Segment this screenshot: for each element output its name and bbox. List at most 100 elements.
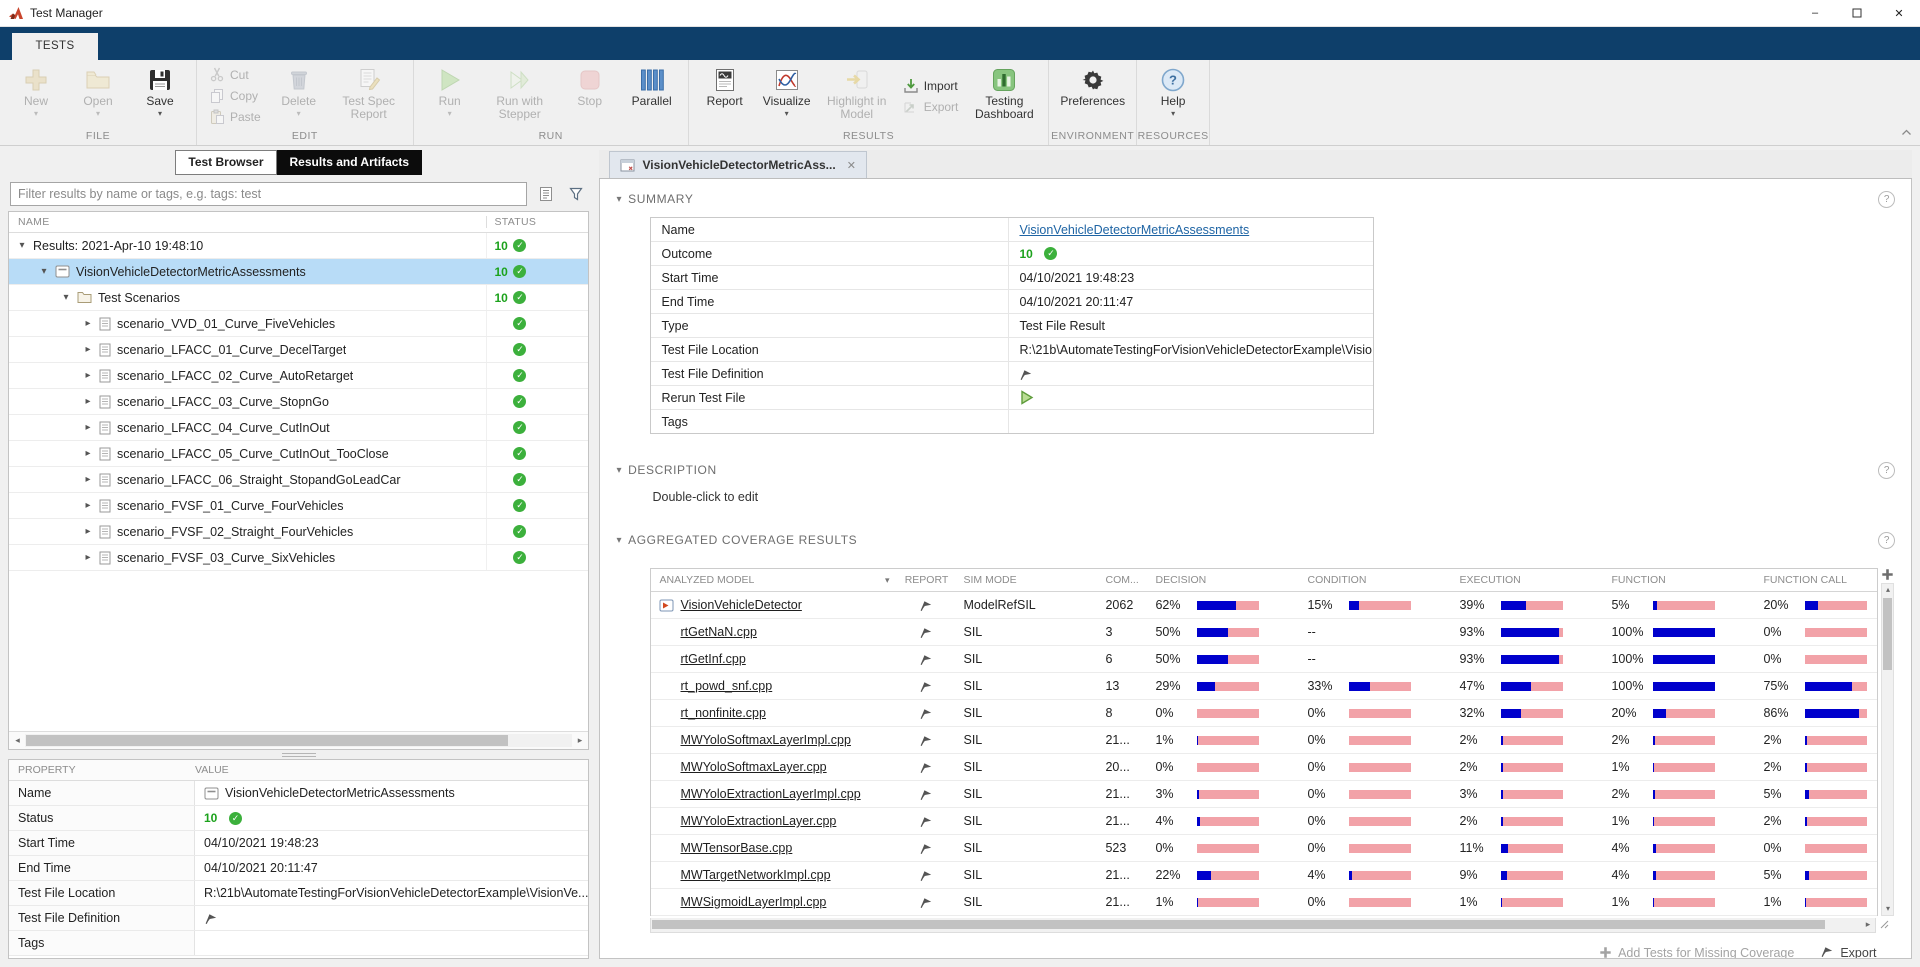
coverage-row[interactable]: MWTargetNetworkImpl.cppSIL21...22%4%9%4%… [651,862,1877,889]
model-link[interactable]: MWYoloExtractionLayerImpl.cpp [680,787,860,801]
minimize-icon[interactable]: – [1794,0,1836,26]
description-section-header[interactable]: ▾ DESCRIPTION ? [616,460,1895,480]
tree-row[interactable]: ▸scenario_VVD_01_Curve_FiveVehicles✓ [9,311,588,337]
tree-row[interactable]: ▸scenario_LFACC_01_Curve_DecelTarget✓ [9,337,588,363]
model-link[interactable]: MWYoloExtractionLayer.cpp [680,814,836,828]
maximize-icon[interactable] [1836,0,1878,26]
open-button[interactable]: Open▾ [68,64,128,129]
model-link[interactable]: MWTensorBase.cpp [680,841,792,855]
tree-row[interactable]: ▸scenario_FVSF_02_Straight_FourVehicles✓ [9,519,588,545]
tree-horizontal-scrollbar[interactable]: ◂ ▸ [9,731,588,749]
help-question-icon[interactable]: ? [1878,462,1895,479]
paste-button[interactable]: Paste [207,108,263,126]
caret-down-icon[interactable]: ▾ [61,292,71,303]
report-button[interactable]: Report [695,64,755,129]
results-list-icon[interactable] [535,183,557,205]
caret-right-icon[interactable]: ▸ [83,344,93,355]
description-placeholder[interactable]: Double-click to edit [652,490,1895,504]
delete-button[interactable]: Delete▾ [269,64,329,129]
model-link[interactable]: MWYoloSoftmaxLayerImpl.cpp [680,733,850,747]
copy-button[interactable]: Copy [207,87,263,105]
tree-row[interactable]: ▾Results: 2021-Apr-10 19:48:1010✓ [9,233,588,259]
import-button[interactable]: Import [901,77,961,95]
model-link[interactable]: MWTargetNetworkImpl.cpp [680,868,830,882]
help-question-icon[interactable]: ? [1878,191,1895,208]
tab-test-browser[interactable]: Test Browser [175,150,276,175]
caret-right-icon[interactable]: ▸ [83,526,93,537]
scroll-down-icon[interactable]: ▾ [1886,903,1890,915]
vertical-scrollbar[interactable]: ▴ ▾ [1881,583,1894,916]
tree-row[interactable]: ▾Test Scenarios10✓ [9,285,588,311]
coverage-row[interactable]: rtGetInf.cppSIL650%--93%100%0% [651,646,1877,673]
new-button[interactable]: New▾ [6,64,66,129]
help-question-icon[interactable]: ? [1878,532,1895,549]
model-link[interactable]: VisionVehicleDetector [680,598,801,612]
coverage-row[interactable]: rt_powd_snf.cppSIL1329%33%47%100%75% [651,673,1877,700]
model-link[interactable]: rt_powd_snf.cpp [680,679,772,693]
save-button[interactable]: Save▾ [130,64,190,129]
tree-row[interactable]: ▸scenario_FVSF_03_Curve_SixVehicles✓ [9,545,588,571]
filter-funnel-icon[interactable] [565,183,587,205]
tree-row[interactable]: ▸scenario_LFACC_04_Curve_CutInOut✓ [9,415,588,441]
coverage-row[interactable]: MWSigmoidLayerImpl.cppSIL21...1%0%1%1%1% [651,889,1877,916]
export-button[interactable]: Export [901,98,961,116]
caret-right-icon[interactable]: ▸ [83,396,93,407]
tree-row[interactable]: ▸scenario_FVSF_01_Curve_FourVehicles✓ [9,493,588,519]
coverage-row[interactable]: MWYoloExtractionLayer.cppSIL21...4%0%2%1… [651,808,1877,835]
scroll-right-icon[interactable]: ▸ [572,735,587,746]
caret-down-icon[interactable]: ▾ [39,266,49,277]
run-with-stepper-button[interactable]: Run with Stepper [482,64,558,129]
caret-right-icon[interactable]: ▸ [83,500,93,511]
caret-right-icon[interactable]: ▸ [83,552,93,563]
caret-right-icon[interactable]: ▸ [83,474,93,485]
coverage-row[interactable]: MWYoloSoftmaxLayerImpl.cppSIL21...1%0%2%… [651,727,1877,754]
tree-row[interactable]: ▸scenario_LFACC_06_Straight_StopandGoLea… [9,467,588,493]
coverage-row[interactable]: MWYoloSoftmaxLayer.cppSIL20...0%0%2%1%2% [651,754,1877,781]
caret-right-icon[interactable]: ▸ [83,448,93,459]
coverage-row[interactable]: MWTensorBase.cppSIL5230%0%11%4%0% [651,835,1877,862]
stop-button[interactable]: Stop [560,64,620,129]
summary-section-header[interactable]: ▾ SUMMARY ? [616,189,1895,209]
model-link[interactable]: rt_nonfinite.cpp [680,706,765,720]
caret-right-icon[interactable]: ▸ [83,318,93,329]
scroll-left-icon[interactable]: ◂ [10,735,25,746]
filter-results-input[interactable] [10,182,527,206]
column-dropdown-caret-icon[interactable]: ▾ [885,575,890,586]
caret-down-icon[interactable]: ▾ [17,240,27,251]
caret-right-icon[interactable]: ▸ [83,422,93,433]
scroll-thumb[interactable] [1883,598,1892,670]
scroll-thumb[interactable] [26,735,508,746]
add-tests-for-missing-coverage-button[interactable]: Add Tests for Missing Coverage [1599,946,1794,960]
tree-row[interactable]: ▸scenario_LFACC_03_Curve_StopnGo✓ [9,389,588,415]
scroll-up-icon[interactable]: ▴ [1886,584,1890,596]
highlight-in-model-button[interactable]: Highlight in Model [819,64,895,129]
visualize-button[interactable]: Visualize▾ [757,64,817,129]
testing-dashboard-button[interactable]: Testing Dashboard [966,64,1042,129]
export-coverage-button[interactable]: Export [1820,944,1876,959]
coverage-row[interactable]: rt_nonfinite.cppSIL80%0%32%20%86% [651,700,1877,727]
run-button[interactable]: Run▾ [420,64,480,129]
tab-tests[interactable]: TESTS [12,33,98,60]
resize-grip-icon[interactable] [1880,916,1889,934]
coverage-row[interactable]: rtGetNaN.cppSIL350%--93%100%0% [651,619,1877,646]
model-link[interactable]: MWSigmoidLayerImpl.cpp [680,895,826,909]
scroll-right-icon[interactable]: ▸ [1860,919,1875,930]
parallel-button[interactable]: Parallel [622,64,682,129]
cut-button[interactable]: Cut [207,66,263,84]
collapse-ribbon-icon[interactable] [1901,123,1912,141]
tree-row[interactable]: ▾VisionVehicleDetectorMetricAssessments1… [9,259,588,285]
collapse-caret-icon[interactable]: ▾ [616,194,622,205]
caret-right-icon[interactable]: ▸ [83,370,93,381]
help-button[interactable]: ?Help▾ [1143,64,1203,129]
collapse-caret-icon[interactable]: ▾ [616,465,622,476]
coverage-row[interactable]: VisionVehicleDetectorModelRefSIL206262%1… [651,592,1877,619]
model-link[interactable]: rtGetNaN.cpp [680,625,756,639]
left-panel-splitter[interactable] [8,750,589,759]
model-link[interactable]: MWYoloSoftmaxLayer.cpp [680,760,826,774]
scroll-thumb[interactable] [652,920,1825,929]
close-icon[interactable]: ✕ [1878,0,1920,26]
model-link[interactable]: rtGetInf.cpp [680,652,745,666]
close-tab-icon[interactable]: ✕ [847,159,856,172]
tree-row[interactable]: ▸scenario_LFACC_02_Curve_AutoRetarget✓ [9,363,588,389]
scroll-track[interactable] [25,734,572,747]
